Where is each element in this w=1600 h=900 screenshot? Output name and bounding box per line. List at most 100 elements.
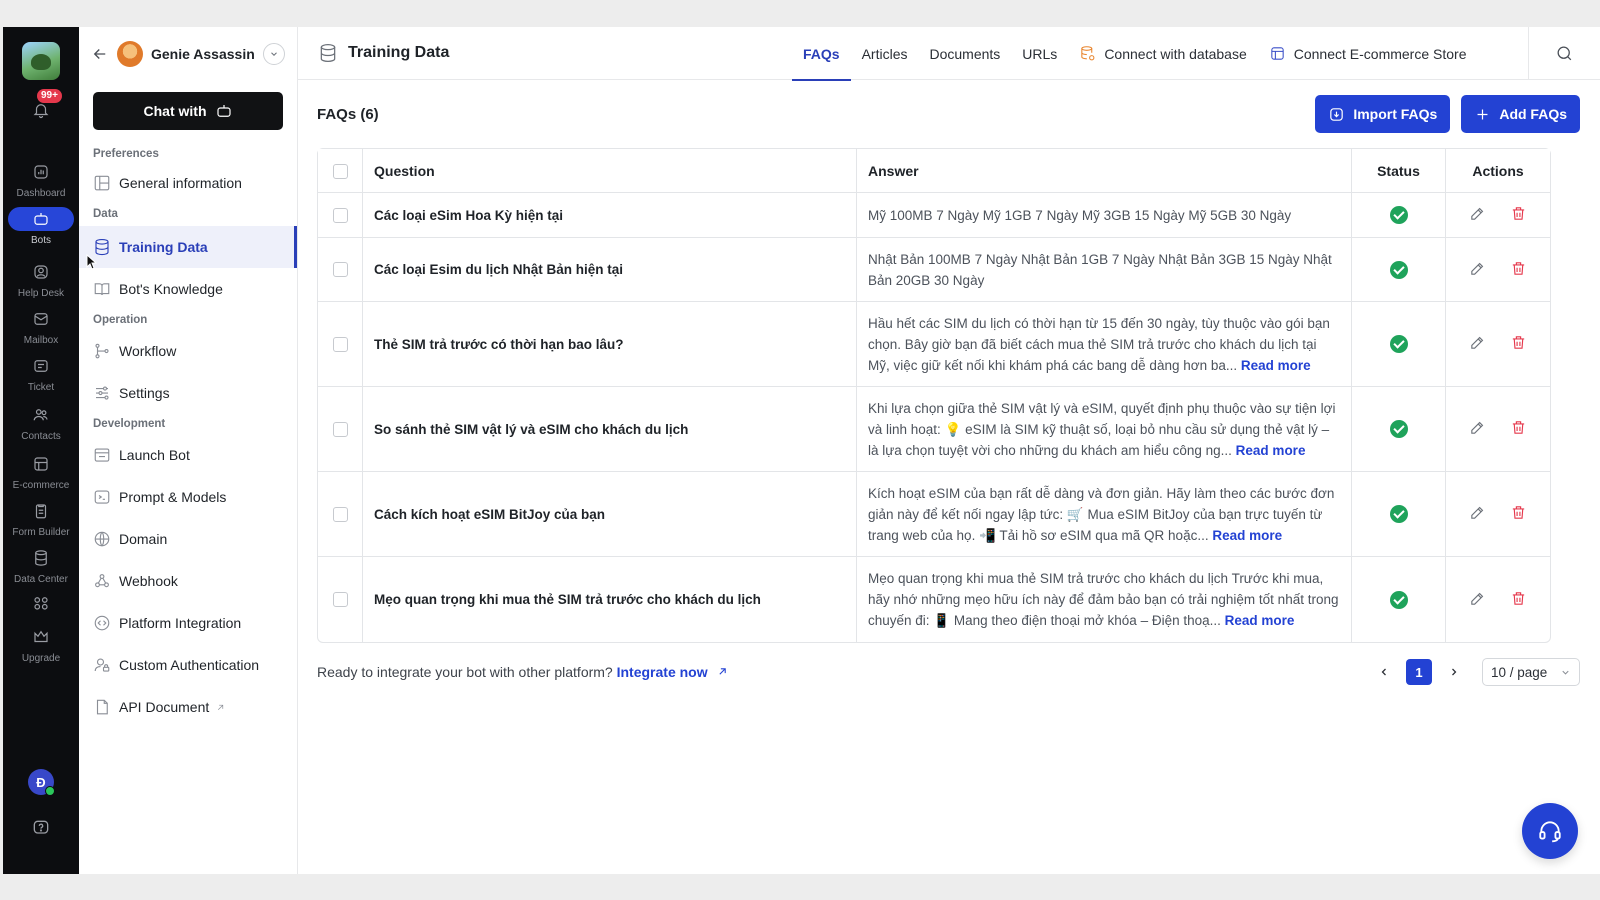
delete-icon[interactable] bbox=[1510, 260, 1527, 277]
import-faqs-button[interactable]: Import FAQs bbox=[1315, 95, 1451, 133]
table-row[interactable]: So sánh thẻ SIM vật lý và eSIM cho khách… bbox=[318, 387, 1550, 472]
sidebar-item-general-information[interactable]: General information bbox=[79, 162, 297, 204]
page-number-button[interactable]: 1 bbox=[1406, 659, 1432, 685]
rail-item-dashboard[interactable]: Dashboard bbox=[8, 160, 74, 199]
add-faqs-button[interactable]: Add FAQs bbox=[1461, 95, 1580, 133]
read-more-link[interactable]: Read more bbox=[1241, 358, 1311, 373]
table-row[interactable]: Các loại Esim du lịch Nhật Bản hiện tại N… bbox=[318, 238, 1550, 302]
read-more-link[interactable]: Read more bbox=[1225, 613, 1295, 628]
section-operation: Operation bbox=[93, 314, 148, 326]
tab-bar: FAQs Articles Documents URLs Connect wit… bbox=[792, 27, 1478, 81]
answer-cell: Khi lựa chọn giữa thẻ SIM vật lý và eSIM… bbox=[857, 387, 1352, 472]
search-icon bbox=[1557, 46, 1572, 61]
sidebar-item-custom-authentication[interactable]: Custom Authentication bbox=[79, 644, 297, 686]
answer-text: Nhật Bản 100MB 7 Ngày Nhật Bản 1GB 7 Ngà… bbox=[868, 251, 1332, 288]
sidebar-item-label: Domain bbox=[119, 531, 168, 547]
support-chat-button[interactable] bbox=[1522, 803, 1578, 859]
sidebar-item-label: Webhook bbox=[119, 573, 178, 589]
row-select-cell bbox=[318, 238, 363, 302]
sidebar-item-training-data[interactable]: Training Data bbox=[79, 226, 297, 268]
table-row[interactable]: Thẻ SIM trả trước có thời hạn bao lâu? Hầ… bbox=[318, 302, 1550, 387]
notifications-button[interactable]: 99+ bbox=[26, 89, 62, 122]
sidebar-item-launch-bot[interactable]: Launch Bot bbox=[79, 434, 297, 476]
delete-icon[interactable] bbox=[1510, 334, 1527, 351]
row-select-cell bbox=[318, 472, 363, 557]
bot-dropdown-button[interactable] bbox=[263, 42, 285, 65]
edit-icon[interactable] bbox=[1469, 334, 1486, 351]
crown-icon bbox=[34, 630, 48, 643]
search-button[interactable] bbox=[1528, 27, 1600, 80]
sidebar-item-bots-knowledge[interactable]: Bot's Knowledge bbox=[79, 268, 297, 310]
sidebar-item-settings[interactable]: Settings bbox=[79, 372, 297, 414]
back-arrow-icon[interactable] bbox=[91, 45, 109, 63]
rail-item-bots[interactable]: Bots bbox=[8, 207, 74, 246]
tab-faqs[interactable]: FAQs bbox=[792, 27, 851, 81]
tab-label: Connect E-commerce Store bbox=[1293, 45, 1467, 62]
answer-cell: Kích hoạt eSIM của bạn rất dễ dàng và đơ… bbox=[857, 472, 1352, 557]
edit-icon[interactable] bbox=[1469, 205, 1486, 222]
edit-icon[interactable] bbox=[1469, 260, 1486, 277]
question-cell: Cách kích hoạt eSIM BitJoy của bạn bbox=[363, 472, 857, 557]
integrate-now-link[interactable]: Integrate now bbox=[617, 664, 729, 680]
sidebar-item-prompt-models[interactable]: Prompt & Models bbox=[79, 476, 297, 518]
integrate-text: Ready to integrate your bot with other p… bbox=[317, 664, 613, 680]
sidebar-item-workflow[interactable]: Workflow bbox=[79, 330, 297, 372]
row-checkbox[interactable] bbox=[332, 421, 348, 437]
edit-icon[interactable] bbox=[1469, 419, 1486, 436]
rail-item-mailbox[interactable]: Mailbox bbox=[8, 307, 74, 346]
tab-connect-database[interactable]: Connect with database bbox=[1068, 27, 1257, 80]
rail-item-label: Data Center bbox=[14, 574, 68, 585]
table-row[interactable]: Cách kích hoạt eSIM BitJoy của bạn Kích h… bbox=[318, 472, 1550, 557]
row-checkbox[interactable] bbox=[332, 592, 348, 608]
rail-item-ticket[interactable]: Ticket bbox=[8, 354, 74, 393]
rail-item-apps[interactable] bbox=[8, 591, 74, 619]
row-checkbox[interactable] bbox=[332, 262, 348, 278]
status-cell bbox=[1352, 472, 1446, 557]
row-checkbox[interactable] bbox=[332, 207, 348, 223]
delete-icon[interactable] bbox=[1510, 205, 1527, 222]
tab-connect-ecommerce[interactable]: Connect E-commerce Store bbox=[1258, 27, 1478, 80]
table-row[interactable]: Các loại eSim Hoa Kỳ hiện tại Mỹ 100MB 7 … bbox=[318, 193, 1550, 238]
edit-icon[interactable] bbox=[1469, 504, 1486, 521]
rail-item-upgrade[interactable]: Upgrade bbox=[8, 625, 74, 664]
section-preferences: Preferences bbox=[93, 148, 159, 160]
select-all-checkbox[interactable] bbox=[332, 163, 348, 179]
row-select-cell bbox=[318, 557, 363, 642]
workspace-logo[interactable] bbox=[22, 42, 60, 80]
tab-label: Connect with database bbox=[1104, 45, 1247, 62]
tab-documents[interactable]: Documents bbox=[918, 27, 1011, 80]
rail-item-label: Ticket bbox=[27, 382, 55, 393]
rail-item-help-desk[interactable]: Help Desk bbox=[8, 260, 74, 299]
tab-urls[interactable]: URLs bbox=[1011, 27, 1068, 80]
page-size-select[interactable]: 10 / page bbox=[1482, 658, 1580, 686]
rail-icon-wrap bbox=[26, 625, 56, 649]
rail-item-data-center[interactable]: Data Center bbox=[8, 546, 74, 585]
rail-item-form-builder[interactable]: Form Builder bbox=[8, 499, 74, 538]
help-icon[interactable] bbox=[31, 818, 51, 838]
edit-icon[interactable] bbox=[1469, 590, 1486, 607]
bell-icon bbox=[33, 104, 49, 119]
row-checkbox[interactable] bbox=[332, 336, 348, 352]
delete-icon[interactable] bbox=[1510, 590, 1527, 607]
sidebar-item-webhook[interactable]: Webhook bbox=[79, 560, 297, 602]
sidebar-item-platform-integration[interactable]: Platform Integration bbox=[79, 602, 297, 644]
read-more-link[interactable]: Read more bbox=[1236, 443, 1306, 458]
read-more-link[interactable]: Read more bbox=[1212, 528, 1282, 543]
delete-icon[interactable] bbox=[1510, 504, 1527, 521]
prev-page-button[interactable] bbox=[1372, 660, 1396, 684]
row-checkbox[interactable] bbox=[332, 506, 348, 522]
select-all-cell bbox=[318, 149, 363, 193]
delete-icon[interactable] bbox=[1510, 419, 1527, 436]
next-page-button[interactable] bbox=[1442, 660, 1466, 684]
rail-item-e-commerce[interactable]: E-commerce bbox=[8, 452, 74, 491]
chat-with-bot-button[interactable]: Chat with bbox=[93, 92, 283, 130]
active-status-icon bbox=[1389, 335, 1408, 353]
chevron-right-icon bbox=[1452, 668, 1457, 676]
user-avatar[interactable]: Đ bbox=[28, 769, 55, 796]
rail-item-contacts[interactable]: Contacts bbox=[8, 403, 74, 442]
sidebar-item-api-document[interactable]: API Document bbox=[79, 686, 297, 728]
table-row[interactable]: Mẹo quan trọng khi mua thẻ SIM trả trước… bbox=[318, 557, 1550, 642]
sidebar-item-domain[interactable]: Domain bbox=[79, 518, 297, 560]
tab-articles[interactable]: Articles bbox=[851, 27, 919, 80]
user-lock-icon bbox=[94, 658, 110, 672]
